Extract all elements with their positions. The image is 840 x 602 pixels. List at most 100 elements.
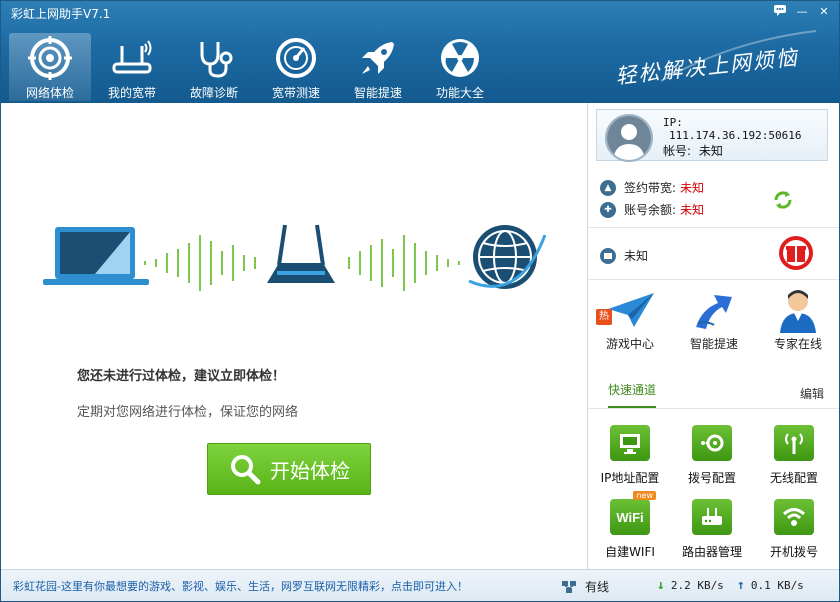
quick-services: 热 游戏中心 智能提速 专家在线 bbox=[588, 285, 839, 357]
quick-service-label: 智能提速 bbox=[689, 337, 738, 351]
promo-link[interactable]: 彩虹花园-这里有你最想要的游戏、影视、娱乐、生活，网罗互联网无限精彩，点击即可进… bbox=[13, 578, 468, 594]
account-label: 帐号: bbox=[663, 144, 692, 158]
hot-badge: 热 bbox=[596, 309, 612, 325]
rocket-icon bbox=[362, 42, 394, 74]
wifi-text-icon: WiFi bbox=[616, 509, 644, 525]
antenna-icon bbox=[785, 433, 803, 454]
globe-icon bbox=[468, 225, 547, 289]
nav-item-my-broadband[interactable]: 我的宽带 bbox=[91, 33, 173, 101]
balance-value: 未知 bbox=[680, 203, 705, 217]
bandwidth-label: 签约带宽: bbox=[624, 181, 677, 195]
shortcut-dial-config[interactable]: 拨号配置 bbox=[672, 425, 752, 486]
quick-service-label: 专家在线 bbox=[773, 337, 822, 351]
app-title: 彩虹上网助手V7.1 bbox=[11, 7, 111, 21]
smart-boost-button[interactable]: 智能提速 bbox=[672, 285, 756, 357]
header: 彩虹上网助手V7.1 — ✕ 网络体检 我的宽带 故障诊断 宽带测速 智能提速 … bbox=[1, 1, 839, 103]
search-icon bbox=[231, 455, 261, 485]
avatar[interactable] bbox=[605, 114, 653, 162]
balance-icon: ✚ bbox=[600, 201, 616, 218]
shortcut-wireless-config[interactable]: 无线配置 bbox=[754, 425, 834, 486]
user-card: IP: 111.174.36.192:50616 帐号: 未知 bbox=[596, 109, 828, 162]
sidebar: IP: 111.174.36.192:50616 帐号: 未知 ▲ 签约带宽: … bbox=[587, 103, 839, 569]
main-panel: 您还未进行过体检，建议立即体检！ 定期对您网络进行体检，保证您的网络 开始体检 bbox=[1, 103, 587, 569]
expert-online-button[interactable]: 专家在线 bbox=[756, 285, 839, 357]
nav-label: 智能提速 bbox=[353, 86, 402, 100]
nav-label: 故障诊断 bbox=[189, 86, 238, 100]
arrow-boost-icon bbox=[696, 295, 732, 329]
apps-icon bbox=[441, 39, 479, 77]
ip-label: IP: bbox=[663, 116, 683, 129]
shortcut-label: 无线配置 bbox=[769, 471, 818, 485]
shortcut-label: 拨号配置 bbox=[687, 471, 736, 485]
status-bar: 彩虹花园-这里有你最想要的游戏、影视、娱乐、生活，网罗互联网无限精彩，点击即可进… bbox=[1, 569, 839, 601]
network-value: 未知 bbox=[624, 249, 649, 263]
download-speed: ↓ 2.2 KB/s bbox=[657, 578, 724, 593]
router-center-icon bbox=[267, 224, 335, 283]
connection-status: 有线 bbox=[561, 578, 609, 595]
speedometer-icon bbox=[276, 38, 316, 78]
nav-label: 我的宽带 bbox=[107, 86, 156, 100]
network-row: 未知 bbox=[600, 247, 648, 264]
signal-bars-left bbox=[144, 235, 256, 291]
nav-label: 网络体检 bbox=[25, 86, 74, 100]
nav-item-network-check[interactable]: 网络体检 bbox=[9, 33, 91, 101]
start-check-label: 开始体检 bbox=[270, 458, 350, 483]
balance-label: 账号余额: bbox=[624, 203, 677, 217]
new-badge: new bbox=[633, 491, 656, 500]
shortcut-create-wifi[interactable]: WiFi new 自建WIFI bbox=[590, 491, 670, 560]
bandwidth-row: ▲ 签约带宽: 未知 bbox=[600, 179, 704, 196]
download-arrow-icon: ↓ bbox=[657, 578, 665, 593]
upload-speed: ↑ 0.1 KB/s bbox=[737, 578, 804, 593]
upload-arrow-icon: ↑ bbox=[737, 578, 745, 593]
divider bbox=[588, 279, 839, 280]
minimize-button[interactable]: — bbox=[793, 4, 811, 20]
shortcut-tabs: 快速通道 编辑 bbox=[588, 373, 839, 409]
check-hint: 定期对您网络进行体检，保证您的网络 bbox=[77, 405, 299, 420]
wifi-icon bbox=[782, 508, 806, 526]
account-line: 帐号: 未知 bbox=[663, 142, 723, 159]
nav-item-all-features[interactable]: 功能大全 bbox=[419, 33, 501, 101]
bandwidth-icon: ▲ bbox=[600, 179, 616, 196]
expert-icon bbox=[780, 290, 816, 333]
nav-label: 功能大全 bbox=[435, 86, 484, 100]
wired-network-icon bbox=[562, 580, 576, 593]
edit-button[interactable]: 编辑 bbox=[800, 385, 824, 402]
target-icon bbox=[28, 36, 72, 80]
shortcut-label: IP地址配置 bbox=[600, 471, 660, 485]
window-controls: — ✕ bbox=[771, 4, 833, 20]
start-check-button[interactable]: 开始体检 bbox=[207, 443, 371, 495]
gift-icon[interactable] bbox=[778, 235, 814, 271]
laptop-icon bbox=[43, 227, 149, 285]
shortcut-boot-dial[interactable]: 开机拨号 bbox=[754, 499, 834, 560]
chat-icon[interactable] bbox=[771, 4, 789, 20]
dial-icon bbox=[701, 434, 724, 452]
monitor-icon bbox=[620, 434, 640, 454]
upload-value: 0.1 KB/s bbox=[750, 579, 804, 592]
stethoscope-icon bbox=[200, 42, 233, 78]
router-box-icon bbox=[702, 508, 722, 525]
app-window: 彩虹上网助手V7.1 — ✕ 网络体检 我的宽带 故障诊断 宽带测速 智能提速 … bbox=[0, 0, 840, 602]
shortcut-router-manage[interactable]: 路由器管理 bbox=[672, 499, 752, 560]
tab-quick-channel[interactable]: 快速通道 bbox=[608, 381, 657, 408]
main-nav: 网络体检 我的宽带 故障诊断 宽带测速 智能提速 功能大全 bbox=[9, 33, 501, 101]
game-center-button[interactable]: 热 游戏中心 bbox=[588, 285, 672, 357]
balance-row: ✚ 账号余额: 未知 bbox=[600, 201, 704, 218]
nav-item-speed-test[interactable]: 宽带测速 bbox=[255, 33, 337, 101]
refresh-icon[interactable] bbox=[772, 189, 794, 211]
signal-bars-right bbox=[348, 235, 460, 291]
quick-service-label: 游戏中心 bbox=[605, 337, 654, 351]
shortcut-label: 自建WIFI bbox=[605, 545, 655, 559]
ip-line: IP: 111.174.36.192:50616 bbox=[663, 116, 827, 142]
divider bbox=[588, 227, 839, 228]
nav-item-fault-diagnosis[interactable]: 故障诊断 bbox=[173, 33, 255, 101]
close-button[interactable]: ✕ bbox=[815, 4, 833, 20]
shortcut-ip-config[interactable]: IP地址配置 bbox=[590, 425, 670, 486]
shortcut-label: 开机拨号 bbox=[769, 545, 818, 559]
account-value: 未知 bbox=[698, 144, 723, 158]
ip-value: 111.174.36.192:50616 bbox=[669, 129, 802, 142]
check-prompt: 您还未进行过体检，建议立即体检！ bbox=[77, 369, 286, 384]
nav-label: 宽带测速 bbox=[271, 86, 320, 100]
download-value: 2.2 KB/s bbox=[670, 579, 724, 592]
nav-item-smart-boost[interactable]: 智能提速 bbox=[337, 33, 419, 101]
bandwidth-value: 未知 bbox=[680, 181, 705, 195]
